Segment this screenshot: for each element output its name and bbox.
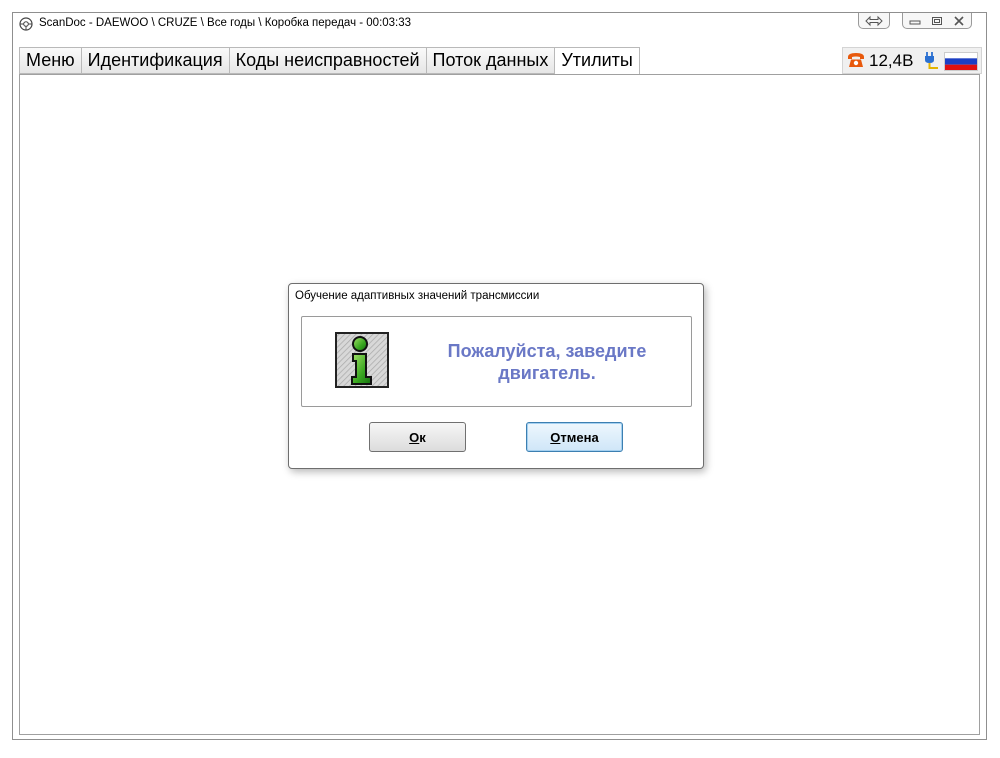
tab-menu[interactable]: Меню [19,47,81,74]
message-dialog: Обучение адаптивных значений трансмиссии… [288,283,704,469]
russia-flag-icon[interactable] [944,52,978,71]
ok-button-label: Ок [409,429,426,445]
dialog-title: Обучение адаптивных значений трансмиссии [295,290,540,302]
status-area: 12,4В [842,47,982,74]
minimize-button[interactable] [904,14,926,28]
window-title: ScanDoc - DAEWOO \ CRUZE \ Все годы \ Ко… [39,17,412,29]
phone-icon [848,53,864,67]
restore-layout-button[interactable] [858,13,890,29]
maximize-button[interactable] [926,14,948,28]
info-icon [335,332,389,388]
plug-icon[interactable] [923,51,939,71]
dialog-message-box: Пожалуйста, заведите двигатель. [301,316,692,407]
double-arrow-icon [865,15,883,26]
maximize-icon [932,16,942,25]
tab-data-stream[interactable]: Поток данных [425,47,555,74]
close-icon [954,15,964,26]
dialog-message: Пожалуйста, заведите двигатель. [412,340,682,384]
cancel-button-label: Отмена [550,429,599,445]
tab-utilities[interactable]: Утилиты [554,47,640,74]
ok-button[interactable]: Ок [369,422,466,452]
tab-fault-codes[interactable]: Коды неисправностей [228,47,426,74]
voltage-readout: 12,4В [869,51,914,70]
title-bar: ScanDoc - DAEWOO \ CRUZE \ Все годы \ Ко… [13,13,986,36]
close-button[interactable] [948,14,970,28]
tab-bar: Меню Идентификация Коды неисправностей П… [19,47,640,74]
cancel-button[interactable]: Отмена [526,422,623,452]
dialog-message-line-1: Пожалуйста, заведите [447,341,647,361]
minimize-icon [909,20,921,24]
tab-identification[interactable]: Идентификация [80,47,229,74]
dialog-message-line-2: двигатель. [498,363,596,383]
app-icon [19,17,33,31]
window-controls [902,13,972,29]
menu-row: Меню Идентификация Коды неисправностей П… [19,47,982,74]
